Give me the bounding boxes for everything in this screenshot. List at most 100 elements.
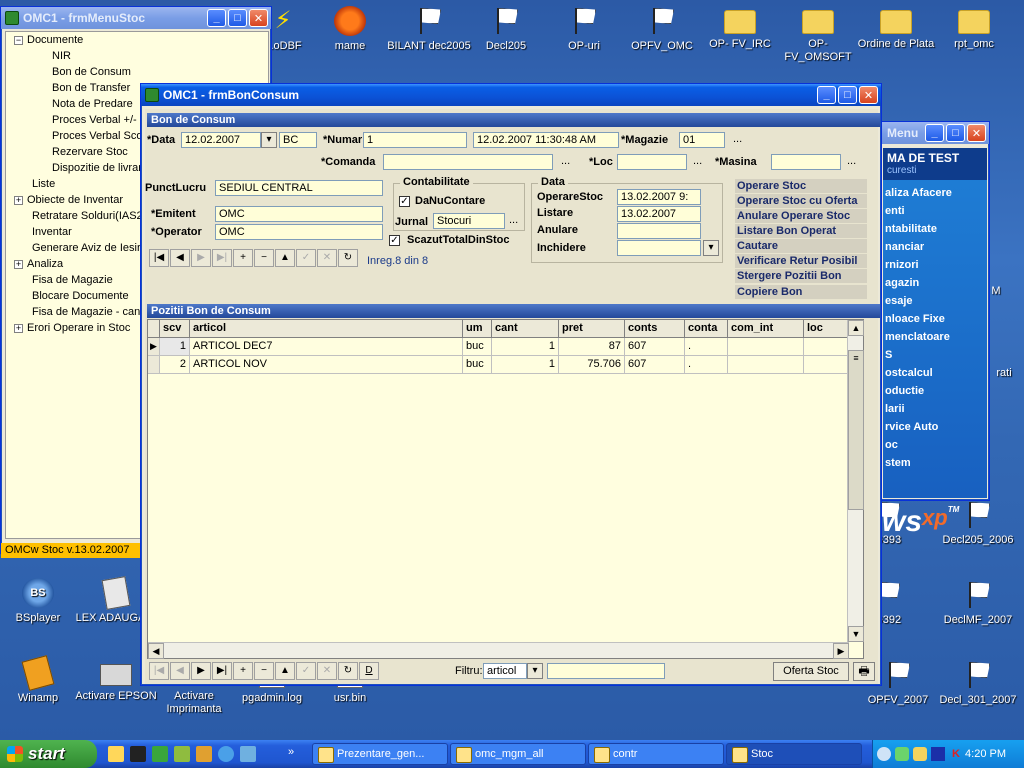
add-record-icon[interactable]: + [233, 249, 253, 267]
tree-node-documente[interactable]: − Documente [6, 32, 268, 48]
ie-quicklaunch-icon[interactable] [218, 746, 234, 762]
menu2-item[interactable]: esaje [885, 292, 952, 310]
close-button[interactable]: ✕ [859, 86, 878, 104]
menu2-item[interactable]: aliza Afacere [885, 184, 952, 202]
desktop-icon-decl-301-2007[interactable]: Decl_301_2007 [934, 660, 1022, 707]
desktop-icon-winamp[interactable]: Winamp [0, 655, 80, 705]
app2-quicklaunch-icon[interactable] [174, 746, 190, 762]
jurnal-lookup-button[interactable]: ... [509, 214, 518, 226]
cell-scv[interactable]: 1 [160, 338, 190, 356]
bon-consum-titlebar[interactable]: OMC1 - frmBonConsum _ □ ✕ [141, 84, 881, 106]
cell-articol[interactable]: ARTICOL NOV [190, 356, 463, 374]
cell-um[interactable]: buc [463, 338, 492, 356]
app4-quicklaunch-icon[interactable] [240, 746, 256, 762]
desktop-icon-ordine-plata[interactable]: Ordine de Plata [854, 6, 938, 51]
column-header-conta[interactable]: conta [685, 320, 728, 338]
first-record-icon[interactable]: |◀ [149, 249, 169, 267]
desktop-icon-bilant[interactable]: BILANT dec2005 [387, 6, 471, 53]
more-quicklaunch-icon[interactable]: » [288, 746, 304, 762]
tree-node-bon-consum[interactable]: Bon de Consum [6, 64, 268, 80]
grid-post-icon[interactable]: ✓ [296, 662, 316, 680]
app3-quicklaunch-icon[interactable] [196, 746, 212, 762]
maximize-button[interactable]: □ [838, 86, 857, 104]
task-button-prezentare[interactable]: Prezentare_gen... [312, 743, 448, 765]
grid-last-icon[interactable]: ▶| [212, 662, 232, 680]
maximize-button[interactable]: □ [228, 9, 247, 27]
minimize-button[interactable]: _ [207, 9, 226, 27]
column-header-articol[interactable]: articol [190, 320, 463, 338]
loc-field[interactable] [617, 154, 687, 170]
menu2-item[interactable]: S [885, 346, 952, 364]
menu2-item[interactable]: rvice Auto [885, 418, 952, 436]
cell-com-int[interactable] [728, 338, 804, 356]
loc-lookup-button[interactable]: ... [693, 155, 702, 167]
cell-conts[interactable]: 607 [625, 338, 685, 356]
stergere-pozitii-action[interactable]: Stergere Pozitii Bon [735, 269, 867, 283]
desktop-icon-op-uri[interactable]: OP-uri [542, 6, 626, 53]
numar-field[interactable]: 1 [363, 132, 467, 148]
close-button[interactable]: ✕ [967, 124, 986, 142]
doc-type-field[interactable]: BC [279, 132, 317, 148]
bon-consum-window[interactable]: OMC1 - frmBonConsum _ □ ✕ Bon de Consum … [140, 83, 882, 686]
expand-icon[interactable]: + [14, 195, 23, 205]
scroll-right-icon[interactable]: ▶ [833, 643, 849, 659]
filter-column-select[interactable]: articol [483, 663, 527, 679]
menu2-item[interactable]: enti [885, 202, 952, 220]
expand-icon[interactable]: + [14, 323, 23, 333]
menu2-item[interactable]: oc [885, 436, 952, 454]
cell-cant[interactable]: 1 [492, 356, 559, 374]
desktop-icon-op-fv-irc[interactable]: OP- FV_IRC [698, 6, 782, 51]
edit-record-icon[interactable]: ▲ [275, 249, 295, 267]
grid-first-icon[interactable]: |◀ [149, 662, 169, 680]
task-button-contr[interactable]: contr [588, 743, 724, 765]
listare-bon-action[interactable]: Listare Bon Operat [735, 224, 867, 238]
oferta-stoc-button[interactable]: Oferta Stoc [773, 662, 849, 681]
column-header-cant[interactable]: cant [492, 320, 559, 338]
tree-node-nir[interactable]: NIR [6, 48, 268, 64]
cell-pret[interactable]: 75.706 [559, 356, 625, 374]
expand-icon[interactable]: + [14, 259, 23, 269]
datetime-field[interactable]: 12.02.2007 11:30:48 AM [473, 132, 619, 148]
copiere-bon-action[interactable]: Copiere Bon [735, 285, 867, 299]
filter-text-input[interactable] [547, 663, 665, 679]
column-header-conts[interactable]: conts [625, 320, 685, 338]
grid-refresh-icon[interactable]: ↻ [338, 662, 358, 680]
scroll-down-icon[interactable]: ▼ [848, 626, 864, 642]
column-header-scv[interactable]: scv [160, 320, 190, 338]
post-record-icon[interactable]: ✓ [296, 249, 316, 267]
horizontal-scrollbar[interactable]: ◀ ▶ [148, 642, 849, 659]
app-quicklaunch-icon[interactable] [152, 746, 168, 762]
table-row[interactable]: 2 ARTICOL NOV buc 1 75.706 607 . 0 [148, 356, 862, 374]
desktop-icon-mame[interactable]: mame [308, 6, 392, 53]
cell-scv[interactable]: 2 [160, 356, 190, 374]
close-button[interactable]: ✕ [249, 9, 268, 27]
menu2-item[interactable]: ostcalcul [885, 364, 952, 382]
anulare-field[interactable] [617, 223, 701, 239]
danucontare-checkbox[interactable]: ✓ [399, 196, 410, 207]
menu2-titlebar[interactable]: Menu _ □ ✕ [881, 122, 989, 144]
cell-conts[interactable]: 607 [625, 356, 685, 374]
next-record-icon[interactable]: ▶ [191, 249, 211, 267]
listare-field[interactable]: 13.02.2007 [617, 206, 701, 222]
menu2-item[interactable]: rnizori [885, 256, 952, 274]
task-button-omc-mgm[interactable]: omc_mgm_all [450, 743, 586, 765]
operare-stoc-field[interactable]: 13.02.2007 9: [617, 189, 701, 205]
comanda-field[interactable] [383, 154, 553, 170]
cell-conta[interactable]: . [685, 356, 728, 374]
scroll-thumb[interactable]: ≡ [848, 350, 864, 510]
jurnal-field[interactable]: Stocuri [433, 213, 505, 229]
anulare-operare-action[interactable]: Anulare Operare Stoc [735, 209, 867, 223]
column-header-um[interactable]: um [463, 320, 492, 338]
delete-record-icon[interactable]: − [254, 249, 274, 267]
prev-record-icon[interactable]: ◀ [170, 249, 190, 267]
operare-stoc-action[interactable]: Operare Stoc [735, 179, 867, 193]
desktop-icon-op-fv-omsoft[interactable]: OP- FV_OMSOFT [776, 6, 860, 64]
grid-delete-icon[interactable]: − [254, 662, 274, 680]
operare-stoc-oferta-action[interactable]: Operare Stoc cu Oferta [735, 194, 867, 208]
cmd-quicklaunch-icon[interactable] [130, 746, 146, 762]
scroll-left-icon[interactable]: ◀ [148, 643, 164, 659]
tray-k-icon[interactable]: K [949, 747, 963, 761]
tray-app-icon[interactable] [913, 747, 927, 761]
last-record-icon[interactable]: ▶| [212, 249, 232, 267]
desktop-icon-rpt-omc[interactable]: rpt_omc [932, 6, 1016, 51]
